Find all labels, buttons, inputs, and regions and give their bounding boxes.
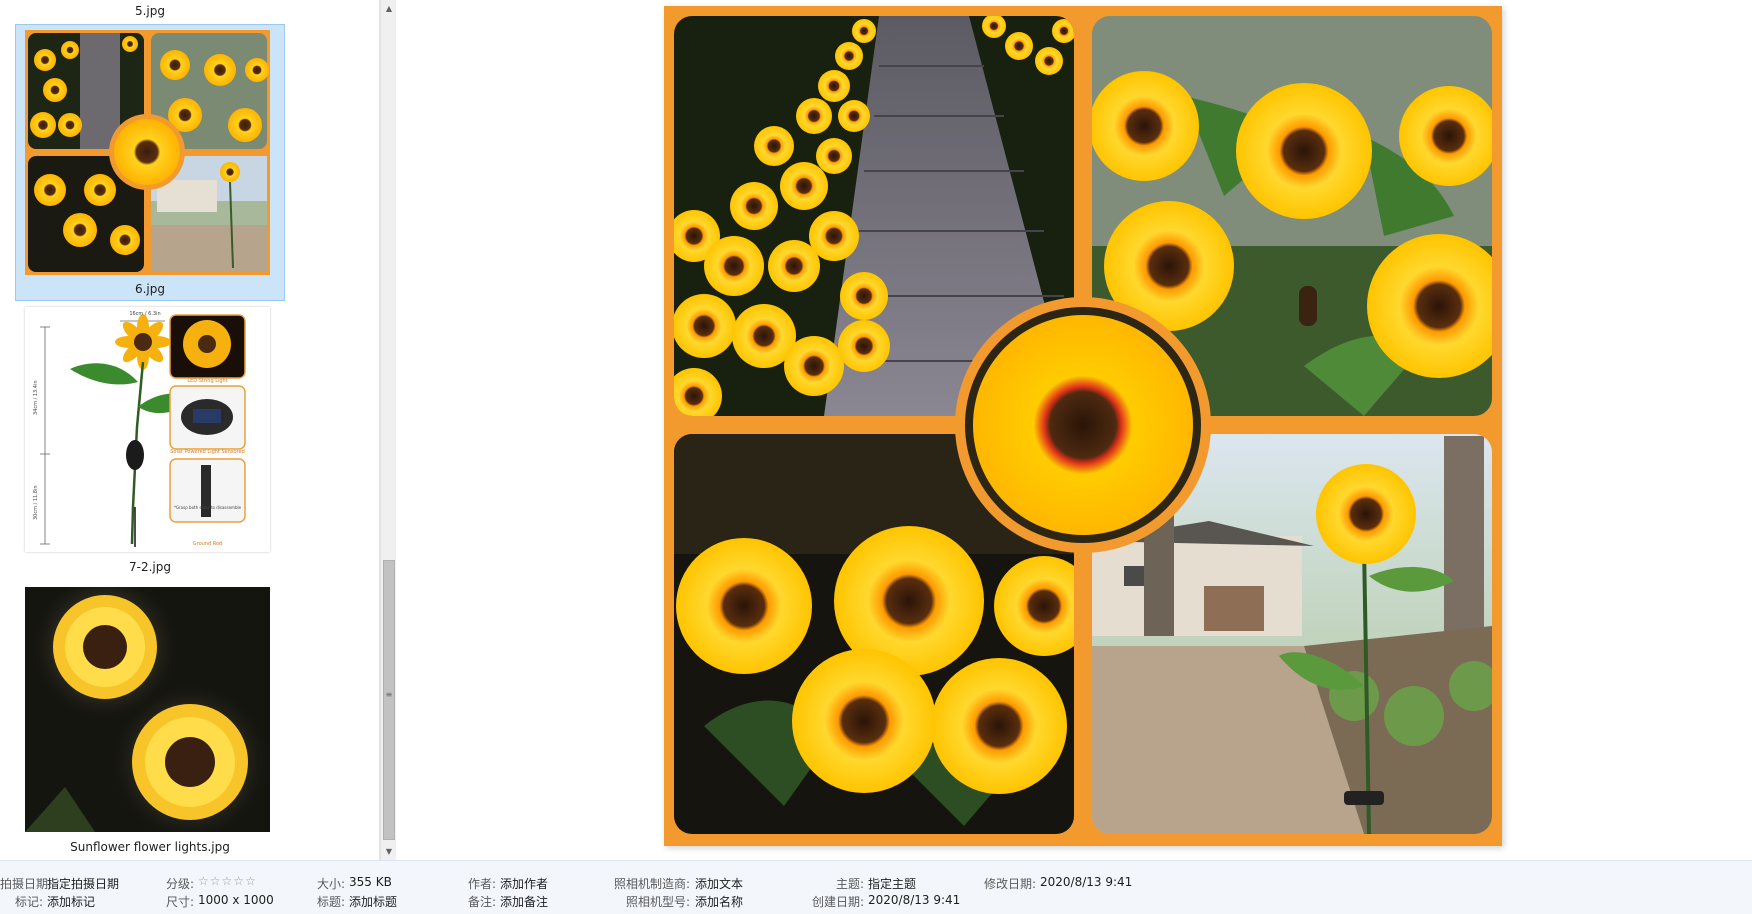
- dimension-width-label: 16cm / 6.3in: [129, 311, 161, 317]
- thumbnail-pane[interactable]: 5.jpg 6.jpg 16cm / 6.3in 34cm / 13.4in 3…: [0, 0, 380, 860]
- camera-maker-label: 照相机制造商:: [613, 877, 690, 891]
- callout-ground-rod: Ground Rod: [192, 541, 223, 547]
- title-label: 标题:: [316, 895, 345, 909]
- thumbnail-scrollbar[interactable]: ▲ ≡ ▼: [380, 0, 396, 860]
- star-icon[interactable]: ☆: [198, 874, 209, 888]
- rating-stars[interactable]: ☆☆☆☆☆: [198, 874, 257, 888]
- modified-date-label: 修改日期:: [983, 877, 1036, 891]
- thumbnail-label-sunflower-lights[interactable]: Sunflower flower lights.jpg: [0, 840, 300, 854]
- scrollbar-thumb[interactable]: ≡: [383, 560, 395, 840]
- subject-value[interactable]: 指定主题: [868, 875, 916, 892]
- image-preview-pane: [396, 0, 1752, 860]
- camera-model-label: 照相机型号:: [625, 895, 690, 909]
- thumbnail-label-6[interactable]: 6.jpg: [0, 282, 300, 296]
- scrollbar-grip-icon: ≡: [385, 690, 393, 699]
- subject-label: 主题:: [835, 877, 864, 891]
- date-taken-value[interactable]: 指定拍摄日期: [47, 875, 119, 892]
- author-value[interactable]: 添加作者: [500, 875, 548, 892]
- rating-label: 分级:: [165, 877, 194, 891]
- scroll-up-arrow-icon[interactable]: ▲: [381, 0, 397, 17]
- size-label: 大小:: [316, 877, 345, 891]
- dimension-lower-label: 30cm / 11.8in: [33, 485, 39, 520]
- callout-grasp-note: *Grasp both sides to disassemble: [173, 505, 242, 510]
- dimensions-label: 尺寸:: [165, 895, 194, 909]
- callout-solar-powered: Solar Powered Light Sensored: [170, 449, 245, 455]
- camera-model-value[interactable]: 添加名称: [695, 893, 743, 910]
- callout-led-string-light: LED String Light: [187, 378, 228, 384]
- author-label: 作者:: [467, 877, 496, 891]
- tags-label: 标记:: [14, 895, 43, 909]
- thumbnail-7-2[interactable]: 16cm / 6.3in 34cm / 13.4in 30cm / 11.8in…: [25, 307, 270, 552]
- scroll-down-arrow-icon[interactable]: ▼: [381, 843, 397, 860]
- details-pane: 拍摄日期: 指定拍摄日期 标记: 添加标记 分级: ☆☆☆☆☆ 尺寸: 1000…: [0, 860, 1752, 914]
- thumbnail-label-5[interactable]: 5.jpg: [0, 4, 300, 18]
- dimension-upper-label: 34cm / 13.4in: [33, 380, 39, 415]
- created-date-label: 创建日期:: [811, 895, 864, 909]
- dimensions-value: 1000 x 1000: [198, 893, 274, 907]
- star-icon[interactable]: ☆: [222, 874, 233, 888]
- thumbnail-7-2-image: [40, 314, 246, 547]
- date-taken-label: 拍摄日期:: [0, 877, 53, 891]
- modified-date-value: 2020/8/13 9:41: [1040, 875, 1133, 889]
- thumbnail-6-image: [25, 30, 270, 275]
- tags-value[interactable]: 添加标记: [47, 893, 95, 910]
- thumbnail-sunflower-lights[interactable]: [25, 587, 270, 832]
- thumbnail-label-7-2[interactable]: 7-2.jpg: [0, 560, 300, 574]
- camera-maker-value[interactable]: 添加文本: [695, 875, 743, 892]
- comments-label: 备注:: [467, 895, 496, 909]
- thumbnail-sunflower-lights-image: [25, 587, 270, 832]
- comments-value[interactable]: 添加备注: [500, 893, 548, 910]
- star-icon[interactable]: ☆: [245, 874, 256, 888]
- title-value[interactable]: 添加标题: [349, 893, 397, 910]
- star-icon[interactable]: ☆: [233, 874, 244, 888]
- preview-image[interactable]: [664, 6, 1502, 846]
- size-value: 355 KB: [349, 875, 392, 889]
- created-date-value: 2020/8/13 9:41: [868, 893, 961, 907]
- star-icon[interactable]: ☆: [210, 874, 221, 888]
- thumbnail-6[interactable]: [25, 30, 270, 275]
